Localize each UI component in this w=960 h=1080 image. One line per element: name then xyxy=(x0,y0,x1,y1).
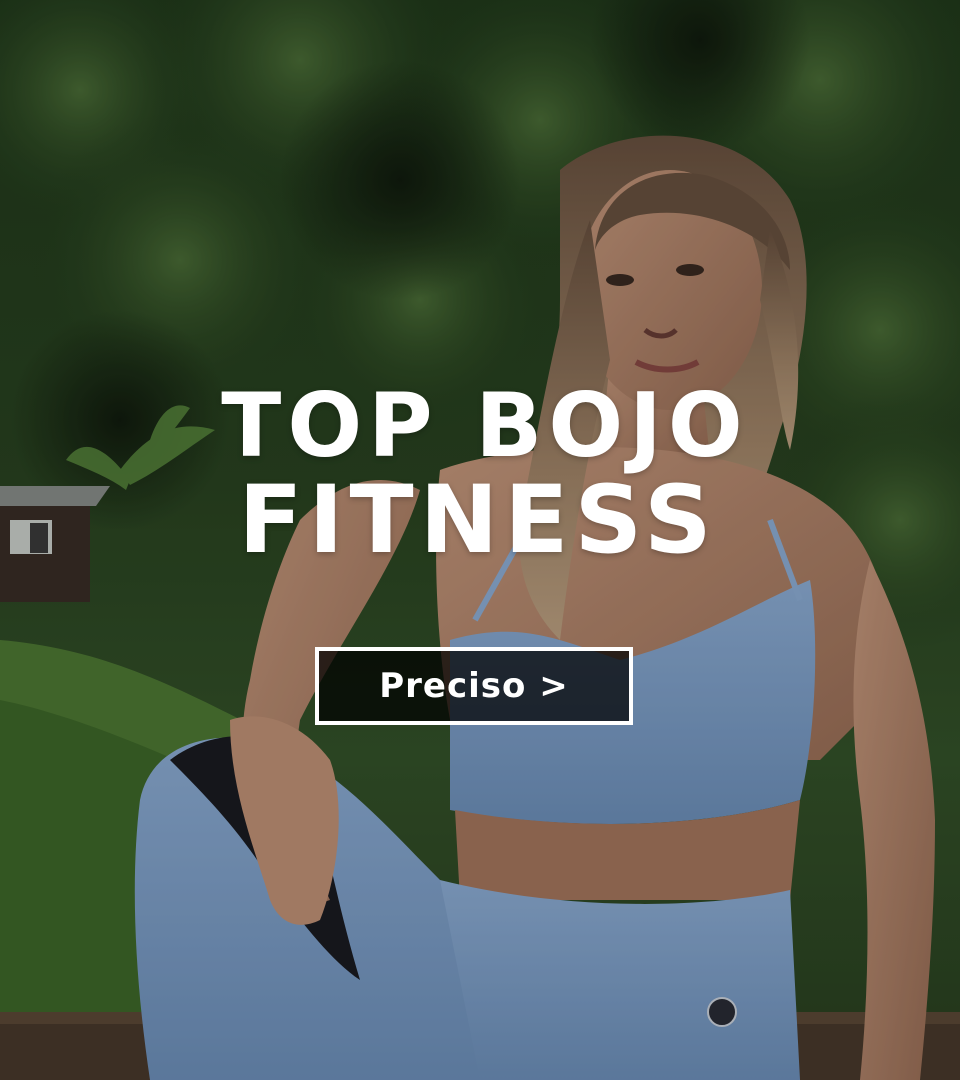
preciso-button[interactable]: Preciso > xyxy=(315,647,633,725)
hero-banner[interactable]: TOP BOJO FITNESS Preciso > xyxy=(0,0,960,1080)
headline-line-2: FITNESS xyxy=(238,466,718,575)
headline-line-1: TOP BOJO xyxy=(221,374,749,477)
banner-headline: TOP BOJO FITNESS xyxy=(0,382,960,570)
cta-label: Preciso > xyxy=(379,666,569,706)
